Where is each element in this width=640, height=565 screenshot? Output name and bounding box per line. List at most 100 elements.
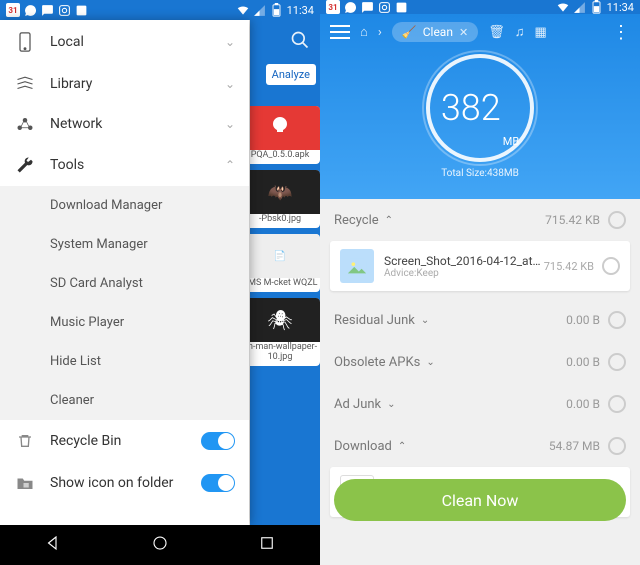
image-thumb-icon (340, 249, 374, 283)
drawer-local[interactable]: Local ⌄ (0, 20, 249, 64)
trash-icon[interactable]: 🗑 (488, 25, 505, 40)
home-button[interactable] (151, 534, 169, 556)
category-obsolete[interactable]: Obsolete APKs ⌄ 0.00 B (320, 341, 640, 383)
signal-icon (253, 3, 267, 17)
category-label: Residual Junk (334, 313, 415, 328)
select-radio[interactable] (608, 311, 626, 329)
category-size: 0.00 B (566, 355, 600, 369)
brush-icon: 🧹 (402, 25, 417, 39)
category-adjunk[interactable]: Ad Junk ⌄ 0.00 B (320, 383, 640, 425)
category-download[interactable]: Download ⌃ 54.87 MB (320, 425, 640, 467)
calendar-icon: 31 (6, 3, 20, 17)
drawer-label: Recycle Bin (50, 433, 121, 449)
select-radio[interactable] (608, 353, 626, 371)
drawer-label: Show icon on folder (50, 475, 173, 491)
chevron-up-icon: ⌃ (225, 158, 235, 172)
instagram-icon (57, 3, 71, 17)
file-size: 715.42 KB (544, 260, 594, 273)
file-row[interactable]: Screen_Shot_2016-04-12_at_1… Advice:Keep… (330, 241, 630, 291)
file-name: Screen_Shot_2016-04-12_at_1… (384, 254, 544, 268)
category-label: Ad Junk (334, 397, 381, 412)
message-icon (40, 3, 54, 17)
clean-chip[interactable]: 🧹 Clean ✕ (392, 22, 478, 42)
close-icon[interactable]: ✕ (459, 26, 468, 39)
file-label: -Pbsk0.jpg (259, 214, 301, 224)
network-icon (14, 116, 36, 132)
category-size: 0.00 B (566, 397, 600, 411)
drawer-label: Local (50, 34, 84, 50)
sub-sd-card-analyst[interactable]: SD Card Analyst (0, 264, 249, 303)
category-label: Download (334, 439, 392, 454)
drawer-library[interactable]: Library ⌄ (0, 64, 249, 104)
wifi-icon (236, 3, 250, 17)
drawer-show-icon[interactable]: Show icon on folder (0, 462, 249, 504)
chip-label: Clean (423, 25, 453, 39)
phone-right: 31 11:34 ⌂ › 🧹 (320, 0, 640, 565)
phone-left: 31 (0, 0, 320, 565)
status-time: 11:34 (287, 4, 314, 17)
select-radio[interactable] (608, 395, 626, 413)
image-icon (74, 3, 88, 17)
chevron-down-icon: ⌄ (225, 117, 235, 131)
hamburger-icon[interactable] (330, 25, 350, 39)
library-icon (14, 76, 36, 92)
category-label: Obsolete APKs (334, 355, 420, 370)
instagram-icon (377, 0, 391, 14)
size-value: 382 (441, 87, 501, 129)
drawer-network[interactable]: Network ⌄ (0, 104, 249, 144)
search-icon[interactable] (290, 30, 310, 54)
chevron-down-icon: ⌄ (426, 357, 434, 368)
cleaner-screen: ⌂ › 🧹 Clean ✕ 🗑 ♫ ▦ ⋮ 382 MB (320, 14, 640, 565)
drawer-label: Network (50, 116, 102, 132)
chevron-up-icon: ⌃ (385, 215, 393, 226)
tools-icon (14, 156, 36, 174)
sub-download-manager[interactable]: Download Manager (0, 186, 249, 225)
sub-cleaner[interactable]: Cleaner (0, 381, 249, 420)
chevron-down-icon: ⌄ (225, 35, 235, 49)
file-apk[interactable]: PQA_0.5.0.apk (250, 106, 320, 164)
file-wall[interactable]: 🕷on-man-wallpaper-10.jpg (250, 298, 320, 366)
sub-music-player[interactable]: Music Player (0, 303, 249, 342)
sub-hide-list[interactable]: Hide List (0, 342, 249, 381)
toggle-switch[interactable] (201, 432, 235, 450)
sub-system-manager[interactable]: System Manager (0, 225, 249, 264)
category-size: 54.87 MB (549, 439, 600, 453)
clean-now-button[interactable]: Clean Now (334, 479, 626, 521)
file-doc[interactable]: 📄BMS M-cket WQZL (250, 234, 320, 292)
home-icon[interactable]: ⌂ (360, 24, 368, 40)
whatsapp-icon (343, 0, 357, 14)
battery-icon (270, 3, 284, 17)
file-jpg[interactable]: 🦇-Pbsk0.jpg (250, 170, 320, 228)
category-size: 0.00 B (566, 313, 600, 327)
navigation-drawer: Local ⌄ Library ⌄ Network ⌄ Tools ⌃ (0, 20, 249, 525)
folder-icon (14, 475, 36, 491)
tools-submenu: Download Manager System Manager SD Card … (0, 186, 249, 420)
whatsapp-icon (23, 3, 37, 17)
toggle-switch[interactable] (201, 474, 235, 492)
chevron-down-icon: ⌄ (421, 315, 429, 326)
android-navbar (0, 525, 320, 565)
status-bar: 31 (0, 0, 320, 20)
size-gauge: 382 MB (426, 54, 534, 162)
size-unit: MB (503, 135, 519, 148)
category-residual[interactable]: Residual Junk ⌄ 0.00 B (320, 299, 640, 341)
drawer-label: Tools (50, 157, 84, 173)
signal-icon (573, 0, 587, 14)
recent-button[interactable] (258, 534, 276, 556)
analyze-button[interactable]: Analyze (266, 64, 316, 85)
drawer-tools[interactable]: Tools ⌃ (0, 144, 249, 186)
select-radio[interactable] (602, 257, 620, 275)
more-icon[interactable]: ⋮ (612, 22, 630, 43)
status-time: 11:34 (607, 1, 634, 14)
drawer-recycle-bin[interactable]: Recycle Bin (0, 420, 249, 462)
image-icon (394, 0, 408, 14)
grid-icon[interactable]: ▦ (534, 25, 546, 40)
select-radio[interactable] (608, 437, 626, 455)
category-recycle[interactable]: Recycle ⌃ 715.42 KB (320, 199, 640, 241)
category-size: 715.42 KB (545, 213, 600, 227)
music-icon[interactable]: ♫ (515, 24, 525, 40)
back-button[interactable] (44, 534, 62, 556)
cleaner-header: ⌂ › 🧹 Clean ✕ 🗑 ♫ ▦ ⋮ 382 MB (320, 14, 640, 199)
status-bar: 31 11:34 (320, 0, 640, 14)
select-radio[interactable] (608, 211, 626, 229)
